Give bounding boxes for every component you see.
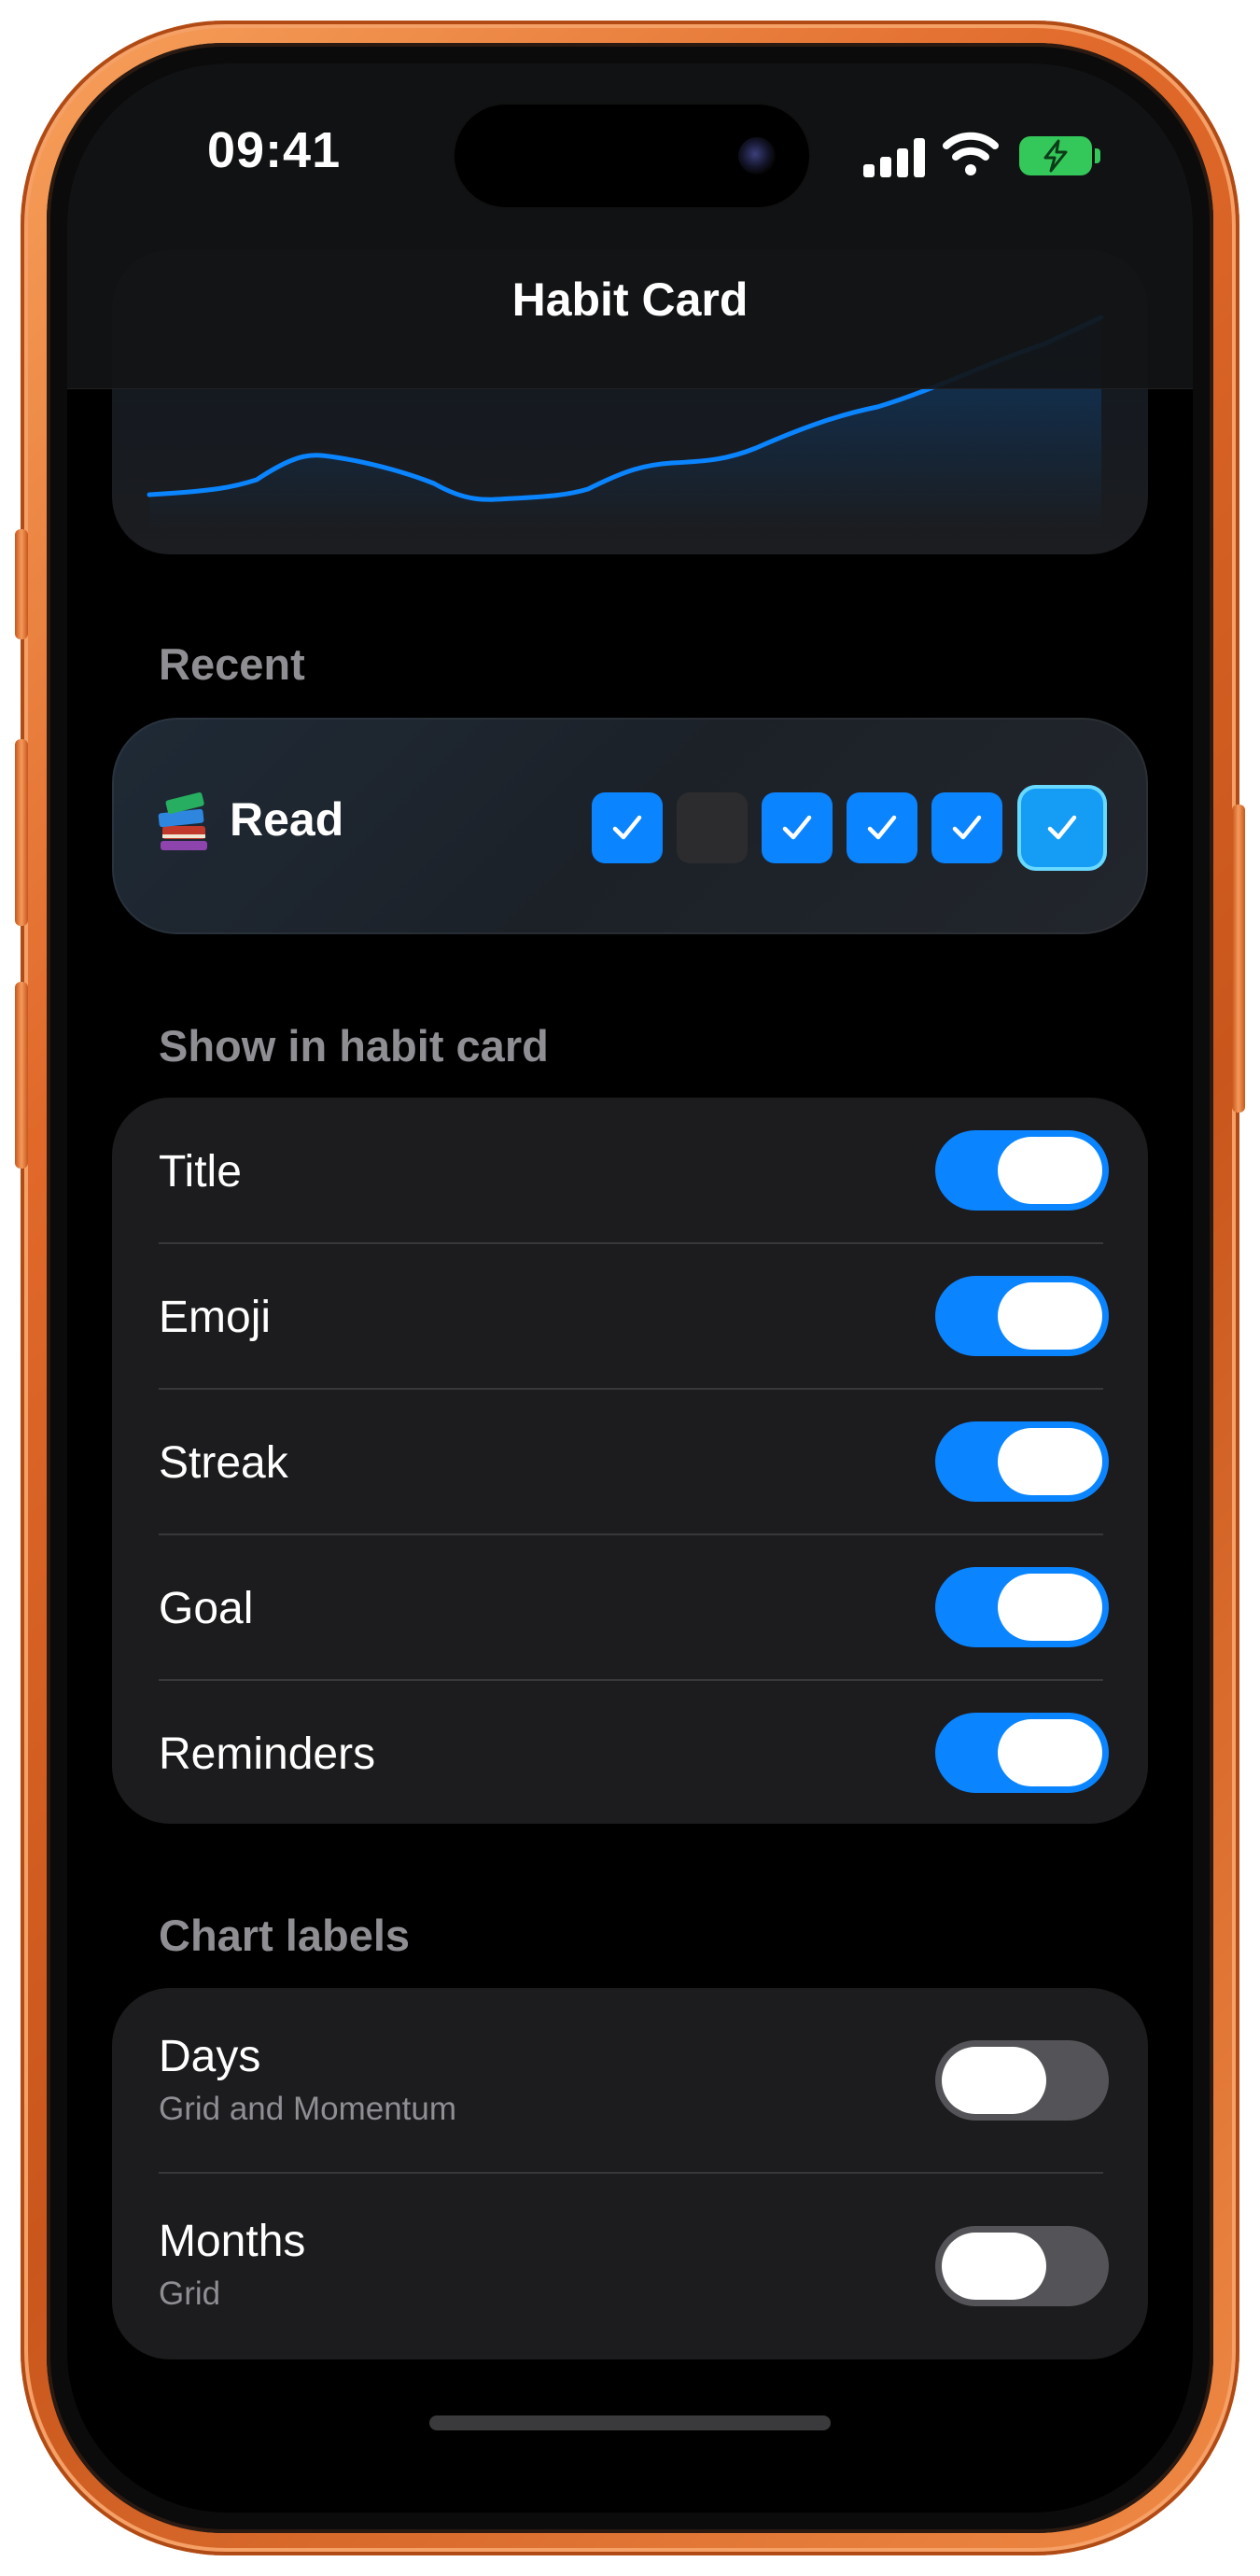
cellular-signal-icon	[863, 138, 925, 177]
volume-up-button	[15, 739, 28, 926]
app-screen: 09:41 Habit Card Recent Read Show in hab…	[67, 63, 1193, 2513]
power-button	[1232, 805, 1245, 1113]
setting-label: Emoji	[159, 1293, 272, 1342]
setting-row-goal[interactable]: Goal	[112, 1534, 1148, 1680]
checkmark-icon	[952, 815, 982, 840]
status-bar: 09:41	[67, 63, 1193, 207]
chart-labels-section-header: Chart labels	[159, 1911, 411, 1960]
habit-preview-card[interactable]: Read	[112, 718, 1148, 934]
setting-row-reminders[interactable]: Reminders	[112, 1680, 1148, 1824]
page-title: Habit Card	[511, 273, 749, 326]
day-check-3	[762, 792, 833, 863]
setting-label: Goal	[159, 1584, 254, 1633]
battery-charging-icon	[1019, 136, 1100, 175]
setting-label: Title	[159, 1147, 242, 1197]
day-check-5	[931, 792, 1002, 863]
checkmark-icon	[867, 815, 897, 840]
day-check-4	[847, 792, 917, 863]
books-icon	[158, 792, 207, 850]
goal-toggle[interactable]	[935, 1567, 1109, 1647]
day-check-2	[677, 792, 748, 863]
checkmark-icon	[1047, 815, 1077, 840]
navigation-bar: 09:41 Habit Card	[67, 63, 1193, 389]
setting-row-streak[interactable]: Streak	[112, 1389, 1148, 1534]
setting-row-days[interactable]: Days Grid and Momentum	[112, 1988, 1148, 2173]
days-toggle[interactable]	[935, 2040, 1109, 2121]
status-time: 09:41	[207, 122, 342, 178]
months-toggle[interactable]	[935, 2226, 1109, 2306]
setting-label: Days	[159, 2032, 261, 2081]
show-section-header: Show in habit card	[159, 1021, 549, 1071]
setting-subtitle: Grid and Momentum	[159, 2091, 457, 2127]
checkmark-icon	[782, 815, 812, 840]
show-in-card-group: Title Emoji Streak Goal Reminders	[112, 1098, 1148, 1824]
chart-labels-group: Days Grid and Momentum Months Grid	[112, 1988, 1148, 2359]
setting-label: Reminders	[159, 1729, 376, 1779]
habit-name: Read	[230, 793, 344, 846]
setting-row-title[interactable]: Title	[112, 1098, 1148, 1243]
action-button	[15, 529, 28, 639]
recent-section-header: Recent	[159, 639, 305, 689]
day-check-today[interactable]	[1017, 785, 1107, 871]
dynamic-island	[455, 105, 809, 207]
volume-down-button	[15, 982, 28, 1169]
setting-row-emoji[interactable]: Emoji	[112, 1243, 1148, 1389]
streak-toggle[interactable]	[935, 1421, 1109, 1502]
setting-subtitle: Grid	[159, 2275, 221, 2312]
emoji-toggle[interactable]	[935, 1276, 1109, 1356]
setting-row-months[interactable]: Months Grid	[112, 2173, 1148, 2359]
home-indicator[interactable]	[429, 2415, 831, 2430]
checkmark-icon	[612, 815, 642, 840]
day-check-1	[592, 792, 663, 863]
title-toggle[interactable]	[935, 1130, 1109, 1211]
wifi-icon	[943, 132, 999, 175]
reminders-toggle[interactable]	[935, 1713, 1109, 1793]
setting-label: Streak	[159, 1438, 288, 1488]
setting-label: Months	[159, 2217, 306, 2266]
front-camera-icon	[738, 137, 776, 175]
